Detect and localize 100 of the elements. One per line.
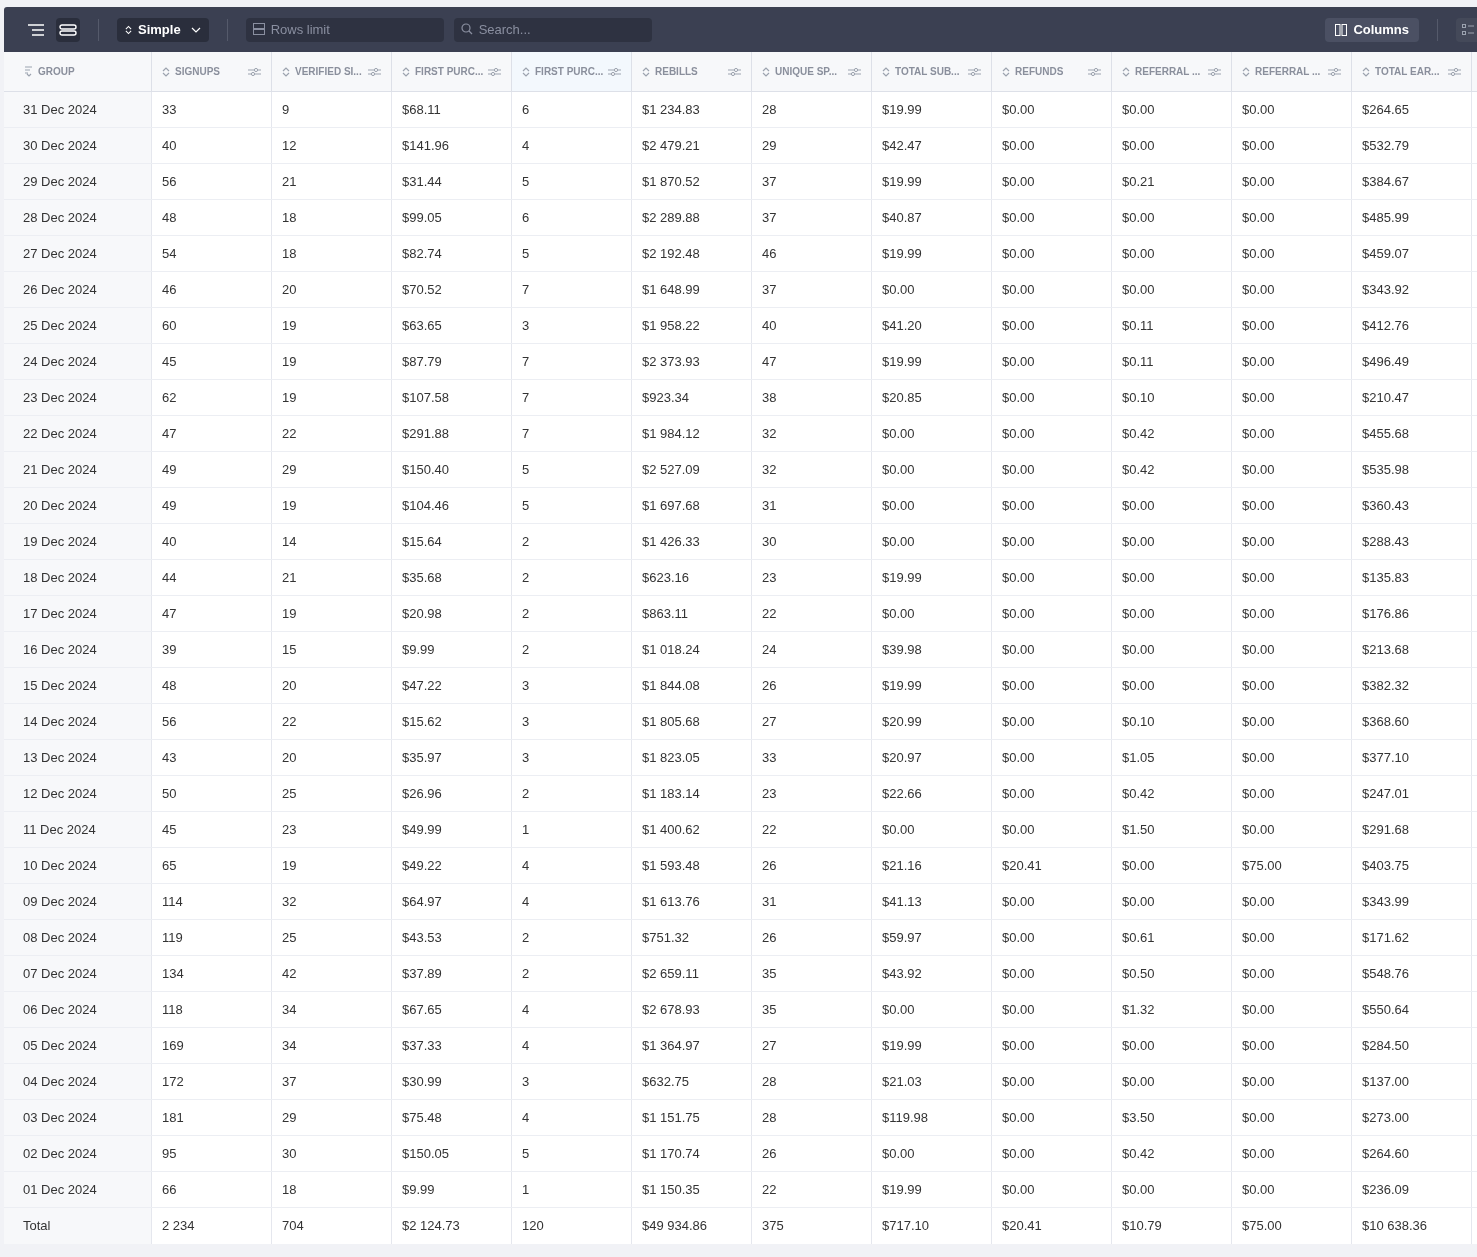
column-header[interactable]: TOTAL SUB... bbox=[872, 52, 992, 91]
search-field[interactable]: Search... bbox=[453, 17, 652, 42]
table-cell: $0.00 bbox=[992, 128, 1112, 163]
table-cell: 29 bbox=[272, 452, 392, 487]
table-cell: $43.53 bbox=[392, 920, 512, 955]
columns-button[interactable]: Columns bbox=[1325, 17, 1419, 42]
table-cell: $412.76 bbox=[1352, 308, 1472, 343]
column-header[interactable]: REFERRAL ... bbox=[1112, 52, 1232, 91]
table-cell: 12 Dec 2024 bbox=[4, 776, 152, 811]
filter-icon[interactable] bbox=[848, 66, 861, 77]
table-cell: 01 Dec 2024 bbox=[4, 1172, 152, 1207]
table-cell: $210.47 bbox=[1352, 380, 1472, 415]
table-cell: 4 bbox=[512, 1028, 632, 1063]
table-cell: $0.00 bbox=[992, 740, 1112, 775]
table-cell: $176.86 bbox=[1352, 596, 1472, 631]
table-cell: $20.98 bbox=[392, 596, 512, 631]
sort-icon bbox=[522, 66, 530, 77]
table-cell: $0.00 bbox=[1232, 596, 1352, 631]
table-cell: $532.79 bbox=[1352, 128, 1472, 163]
table-cell: $0.00 bbox=[1232, 416, 1352, 451]
table-cell: $291.88 bbox=[392, 416, 512, 451]
table-cell: $0.00 bbox=[992, 1028, 1112, 1063]
total-cell: $2 124.73 bbox=[392, 1208, 512, 1244]
table-cell: 25 Dec 2024 bbox=[4, 308, 152, 343]
total-cell: 120 bbox=[512, 1208, 632, 1244]
table-cell: 14 bbox=[272, 524, 392, 559]
table-cell: 119 bbox=[152, 920, 272, 955]
table-cell: $119.98 bbox=[872, 1100, 992, 1135]
table-cell: $0.00 bbox=[992, 992, 1112, 1027]
table-cell: $0.00 bbox=[992, 1100, 1112, 1135]
filter-icon[interactable] bbox=[368, 66, 381, 77]
column-header[interactable]: GROUP bbox=[4, 52, 152, 91]
table-cell: $2 479.21 bbox=[632, 128, 752, 163]
table-cell: $1 697.68 bbox=[632, 488, 752, 523]
total-cell: $49 934.86 bbox=[632, 1208, 752, 1244]
table-cell: $0.00 bbox=[1112, 1028, 1232, 1063]
table-cell: 19 bbox=[272, 344, 392, 379]
table-cell: 27 bbox=[752, 1028, 872, 1063]
table-cell: $632.75 bbox=[632, 1064, 752, 1099]
column-header[interactable]: TOTAL EAR... bbox=[1352, 52, 1472, 91]
filter-icon[interactable] bbox=[1088, 66, 1101, 77]
table-cell: $99.05 bbox=[392, 200, 512, 235]
table-cell: 56 bbox=[152, 164, 272, 199]
table-cell: 18 bbox=[272, 236, 392, 271]
table-cell: $20.41 bbox=[992, 848, 1112, 883]
column-header[interactable]: FIRST PURC... bbox=[512, 52, 632, 91]
filter-icon[interactable] bbox=[1328, 66, 1341, 77]
view-toggle[interactable] bbox=[56, 17, 80, 42]
column-header[interactable]: VERIFIED SI... bbox=[272, 52, 392, 91]
total-cell: $10.79 bbox=[1112, 1208, 1232, 1244]
table-cell: $41.13 bbox=[872, 884, 992, 919]
list-icon-button[interactable] bbox=[1456, 17, 1477, 42]
table-cell: 16 Dec 2024 bbox=[4, 632, 152, 667]
table-cell: 05 Dec 2024 bbox=[4, 1028, 152, 1063]
filter-icon[interactable] bbox=[1448, 66, 1461, 77]
table-cell: 2 bbox=[512, 920, 632, 955]
table-cell: 27 bbox=[752, 704, 872, 739]
table-cell: 3 bbox=[512, 308, 632, 343]
table-cell: 12 bbox=[272, 128, 392, 163]
table-cell: 29 Dec 2024 bbox=[4, 164, 152, 199]
table-cell: 28 bbox=[752, 92, 872, 127]
table-cell: 134 bbox=[152, 956, 272, 991]
table-cell: 28 Dec 2024 bbox=[4, 200, 152, 235]
column-header[interactable]: REFERRAL ... bbox=[1232, 52, 1352, 91]
group-icon bbox=[24, 66, 33, 77]
table-cell: $0.00 bbox=[872, 272, 992, 307]
table-cell: $485.99 bbox=[1352, 200, 1472, 235]
table-cell: $0.00 bbox=[1112, 596, 1232, 631]
filter-icon[interactable] bbox=[248, 66, 261, 77]
table-cell: $0.00 bbox=[1232, 812, 1352, 847]
filter-icon[interactable] bbox=[968, 66, 981, 77]
table-cell: 37 bbox=[752, 272, 872, 307]
mode-dropdown[interactable]: Simple bbox=[117, 17, 209, 42]
column-header[interactable]: UNIQUE SP... bbox=[752, 52, 872, 91]
column-header[interactable]: SIGNUPS bbox=[152, 52, 272, 91]
filter-icon[interactable] bbox=[488, 66, 502, 77]
filter-icon[interactable] bbox=[1208, 66, 1221, 77]
total-cell: $10 638.36 bbox=[1352, 1208, 1472, 1244]
table-cell: $70.52 bbox=[392, 272, 512, 307]
table-cell: $0.10 bbox=[1112, 704, 1232, 739]
rows-limit-field[interactable]: Rows limit bbox=[245, 17, 444, 42]
column-header[interactable]: REBILLS bbox=[632, 52, 752, 91]
table-cell: 30 bbox=[752, 524, 872, 559]
table-cell: $0.00 bbox=[1232, 380, 1352, 415]
table-cell: 14 Dec 2024 bbox=[4, 704, 152, 739]
table-cell: $1 844.08 bbox=[632, 668, 752, 703]
filter-icon[interactable] bbox=[608, 66, 622, 77]
table-cell: $59.97 bbox=[872, 920, 992, 955]
table-cell: $0.00 bbox=[992, 1136, 1112, 1171]
table-cell: $0.00 bbox=[992, 488, 1112, 523]
table-cell: $30.99 bbox=[392, 1064, 512, 1099]
table-cell: 22 bbox=[272, 704, 392, 739]
filter-icon[interactable] bbox=[728, 66, 741, 77]
table-cell: $288.43 bbox=[1352, 524, 1472, 559]
table-cell: $0.00 bbox=[1112, 1172, 1232, 1207]
table-cell: $0.00 bbox=[1112, 668, 1232, 703]
table-cell: 22 bbox=[752, 812, 872, 847]
column-header[interactable]: REFUNDS bbox=[992, 52, 1112, 91]
table-cell: $20.97 bbox=[872, 740, 992, 775]
table-cell: $0.00 bbox=[1232, 164, 1352, 199]
